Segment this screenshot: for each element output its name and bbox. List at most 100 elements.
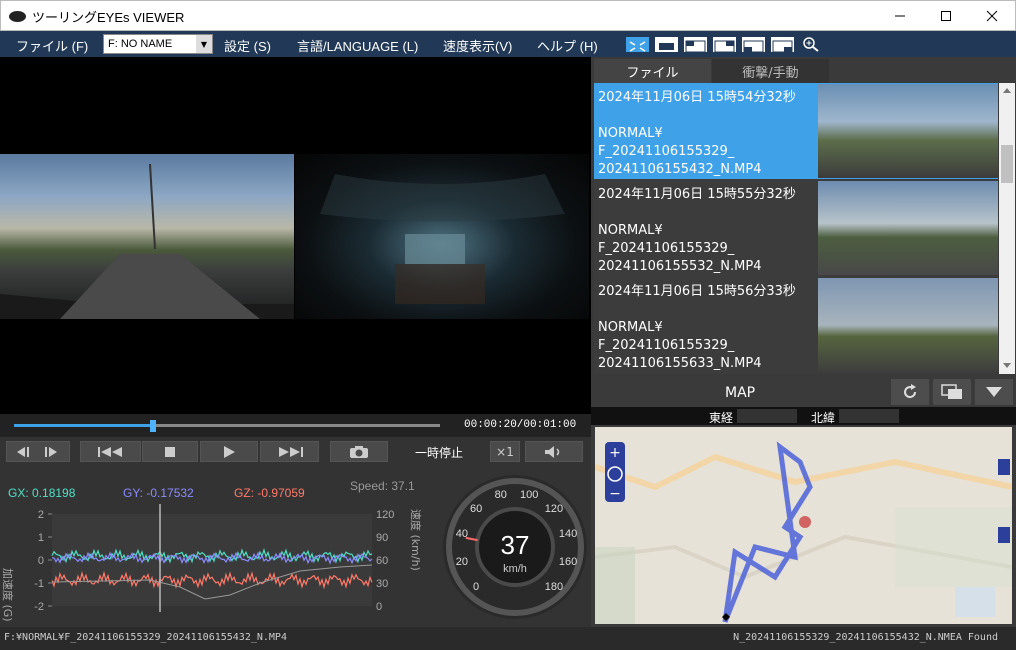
skip-previous-icon [97,446,122,457]
file-thumbnail [818,181,998,275]
frame-step-button[interactable] [6,441,70,462]
file-list: 2024年11月06日 15時54分32秒 NORMAL¥ F_202411061… [594,83,998,374]
map-collapse-button[interactable] [975,379,1013,405]
file-list-item[interactable]: 2024年11月06日 15時56分33秒 NORMAL¥ F_202411061… [594,277,998,373]
seek-bar[interactable] [14,424,440,427]
layout-single-button[interactable] [655,37,678,52]
stop-icon [165,446,175,457]
scrollbar-graphics [1001,88,1013,368]
right-tick-label: 30 [376,578,388,590]
file-datetime: 2024年11月06日 15時56分33秒 [598,284,796,299]
menu-file[interactable]: ファイル (F) [16,36,88,55]
north-latitude-label: 北緯 [811,411,836,425]
layout-single-icon [659,43,674,50]
left-tick-label: 2 [38,509,44,521]
latitude-value-blurred [839,409,899,423]
file-list-item[interactable]: 2024年11月06日 15時55分32秒 NORMAL¥ F_202411061… [594,180,998,276]
close-button[interactable] [969,1,1015,31]
frame-step-icon [17,446,57,457]
gauge-tick-label: 120 [545,503,563,515]
svg-text:+: + [609,445,621,461]
minimize-button[interactable] [877,1,923,31]
right-tick-label: 60 [376,555,388,567]
front-camera-scene [0,163,294,319]
zoom-button[interactable] [802,36,820,56]
playback-time: 00:00:20/00:01:00 [464,419,577,431]
left-tick-label: -1 [34,578,44,590]
file-item-text: 2024年11月06日 15時55分32秒 NORMAL¥ F_202411061… [598,186,818,276]
map-title: MAP [725,385,756,401]
snapshot-button[interactable] [330,441,388,462]
right-tick-label: 90 [376,532,388,544]
map-refresh-button[interactable] [891,379,929,405]
file-tabs: ファイル 衝撃/手動 [594,59,1014,83]
play-icon [224,445,235,458]
title-bar: ツーリングEYEs VIEWER [0,0,1016,31]
maximize-icon [941,11,951,21]
tab-impact-manual[interactable]: 衝撃/手動 [712,59,829,83]
video-area[interactable] [0,57,591,414]
menu-help[interactable]: ヘルプ (H) [537,36,598,55]
maximize-button[interactable] [923,1,969,31]
left-tick-label: 0 [38,555,44,567]
gauge-tick-label: 20 [456,556,468,568]
map-window-button[interactable] [933,379,971,405]
layout-pip-top-left-button[interactable] [684,37,707,53]
previous-file-button[interactable] [80,441,141,462]
chevron-down-icon: ▼ [196,35,212,53]
file-path: NORMAL¥ F_20241106155329_ 20241106155432… [598,126,762,177]
zoom-icon [803,37,819,52]
layout-fullscreen-button[interactable] [626,37,649,52]
menu-settings[interactable]: 設定 (S) [224,36,271,55]
skip-next-icon [278,446,303,457]
file-path: NORMAL¥ F_20241106155329_ 20241106155532… [598,223,762,274]
stop-button[interactable] [142,441,198,462]
accel-axis-label: 加速度 (G) [1,568,15,622]
triangle-down-icon [986,387,1002,397]
file-thumbnail [818,84,998,178]
volume-button[interactable] [525,441,583,462]
tab-files[interactable]: ファイル [594,59,711,83]
file-list-scrollbar[interactable] [999,83,1015,374]
rear-camera-video[interactable] [295,154,589,319]
status-nmea: N_20241106155329_20241106155432_N.NMEA F… [733,632,998,643]
route-map[interactable]: + − [595,427,1012,624]
playback-speed-button[interactable]: ×1 [490,441,520,462]
drive-select[interactable]: F: NO NAME ▼ [103,34,213,54]
close-icon [986,10,998,22]
camera-icon [350,445,368,458]
layout-pip-top-right-button[interactable] [713,37,736,53]
left-tick-label: -2 [34,601,44,613]
front-camera-video[interactable] [0,154,294,319]
next-file-button[interactable] [260,441,319,462]
menu-speed-display[interactable]: 速度表示(V) [443,36,512,55]
file-thumbnail [818,278,998,372]
speaker-icon [545,445,560,458]
menu-bar: ファイル (F) F: NO NAME ▼ 設定 (S) 言語/LANGUAGE… [0,31,1016,57]
layout-pip-icon [714,40,735,53]
svg-text:−: − [609,486,621,502]
window-title: ツーリングEYEs VIEWER [32,10,185,25]
gauge-tick-label: 80 [495,489,507,501]
right-tick-label: 120 [376,509,394,521]
coordinate-bar: 東経 北緯 [591,407,1016,425]
speedometer-gauge: 020406080 100120140160180 37 km/h [443,475,587,619]
file-item-text: 2024年11月06日 15時56分33秒 NORMAL¥ F_202411061… [598,283,818,373]
sensor-graph-panel: GX: 0.18198 GY: -0.17532 GZ: -0.97059 Sp… [0,467,591,627]
map-header: MAP [591,377,1016,407]
layout-pip-icon [685,40,706,53]
play-button[interactable] [200,441,258,462]
layout-pip-bottom-left-button[interactable] [742,37,765,53]
menu-language[interactable]: 言語/LANGUAGE (L) [297,36,418,55]
sensor-chart[interactable]: 2 1 0 -1 -2 120 90 60 30 0 加速度 (G) 速度 (km/h) [0,467,440,627]
file-path: NORMAL¥ F_20241106155329_ 20241106155633… [598,320,762,371]
seek-bar-thumb[interactable] [150,420,156,432]
speed-axis-label: 速度 (km/h) [409,509,423,571]
window-icon [941,384,962,399]
layout-pip-icon [743,40,764,53]
seek-bar-progress [14,424,156,427]
layout-pip-icon [772,40,793,53]
right-panel: ファイル 衝撃/手動 2024年11月06日 15時54分32秒 NORMAL¥ … [591,57,1016,627]
layout-pip-bottom-right-button[interactable] [771,37,794,53]
file-list-item[interactable]: 2024年11月06日 15時54分32秒 NORMAL¥ F_202411061… [594,83,998,179]
